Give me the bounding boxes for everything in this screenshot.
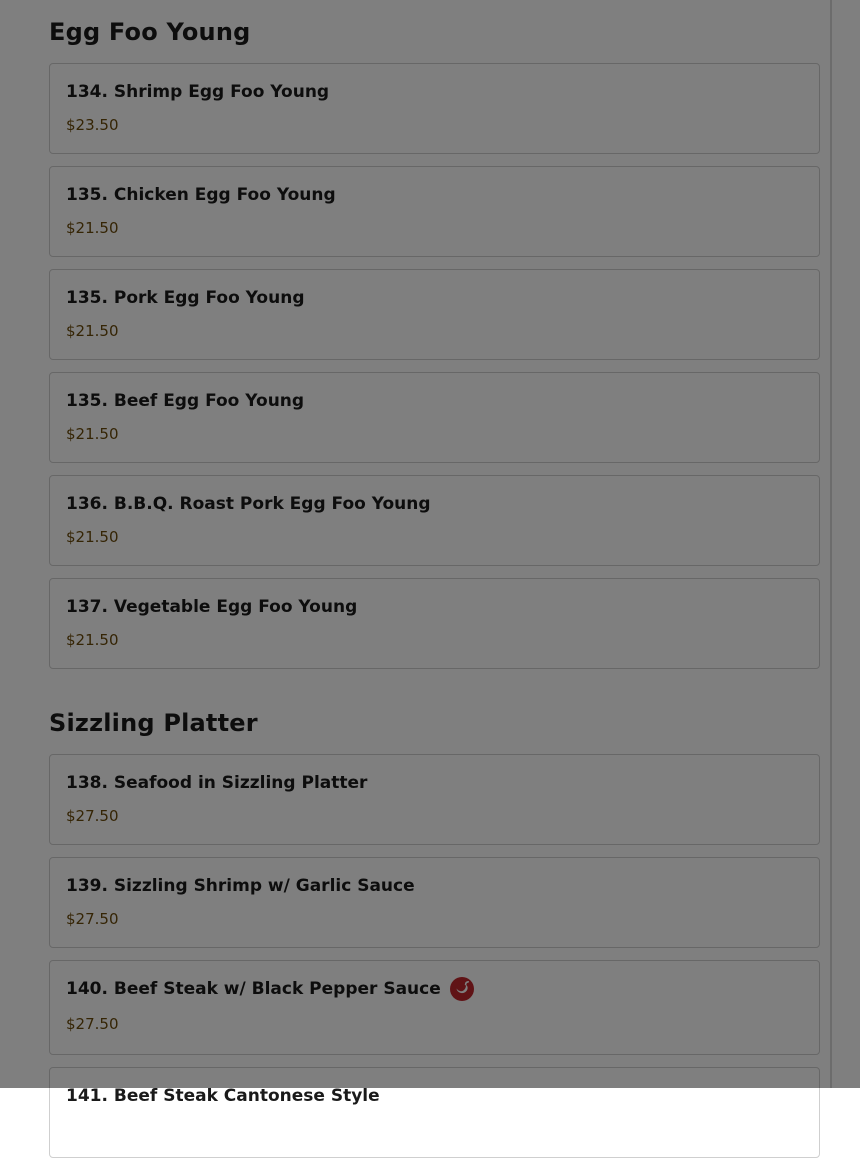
modal-backdrop-overlay[interactable]	[0, 0, 860, 1088]
item-name: 141. Beef Steak Cantonese Style	[66, 1086, 380, 1106]
menu-page: Egg Foo Young 134. Shrimp Egg Foo Young …	[0, 0, 860, 1158]
item-name-row: 141. Beef Steak Cantonese Style	[66, 1085, 803, 1107]
